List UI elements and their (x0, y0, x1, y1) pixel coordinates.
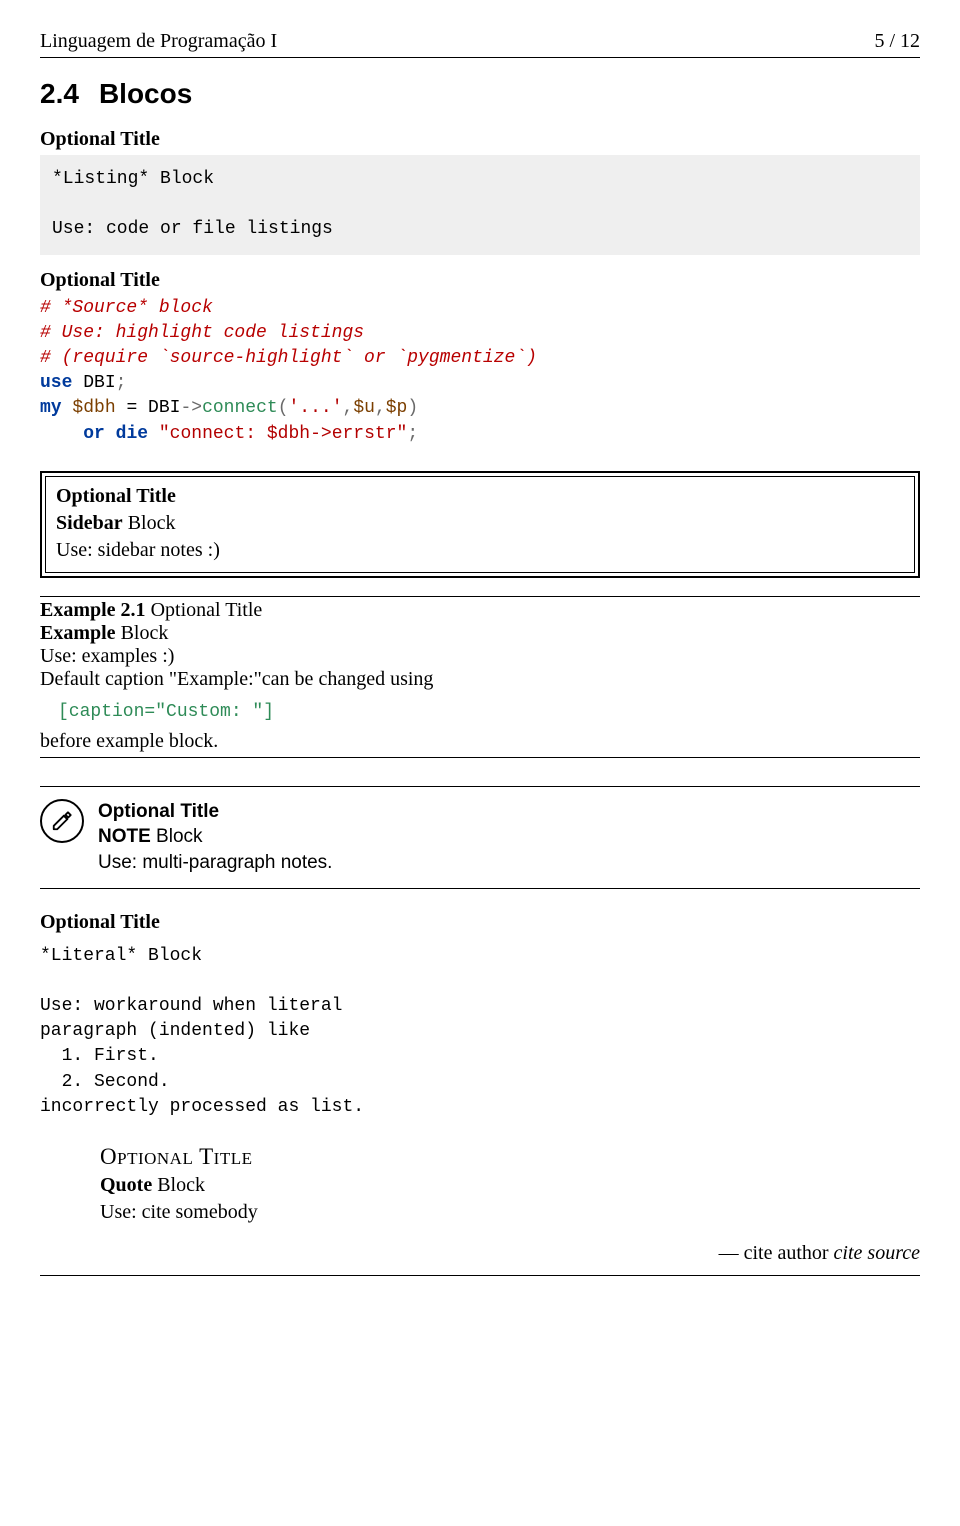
quote-use: Use: cite somebody (100, 1201, 920, 1224)
example-code: [caption="Custom: "] (58, 699, 920, 722)
literal-title: Optional Title (40, 911, 920, 934)
tok-or: or (83, 424, 105, 444)
tok-use: use (40, 373, 72, 393)
section-title: Blocos (99, 78, 192, 109)
note-block: Optional Title NOTE Block Use: multi-par… (40, 786, 920, 889)
tok-str1: '...' (289, 398, 343, 418)
literal-block: *Literal* Block Use: workaround when lit… (40, 944, 920, 1120)
listing-title: Optional Title (40, 128, 920, 151)
sidebar-inner: Optional Title Sidebar Block Use: sideba… (45, 476, 915, 573)
footer-rule (40, 1275, 920, 1276)
note-text: Optional Title NOTE Block Use: multi-par… (98, 799, 332, 876)
quote-block: OPTIONAL TITLE Quote Block Use: cite som… (100, 1144, 920, 1224)
sidebar-block: Optional Title Sidebar Block Use: sideba… (40, 471, 920, 578)
tok-str2: "connect: $dbh->errstr" (159, 424, 407, 444)
quote-attribution: — cite author cite source (40, 1242, 920, 1265)
tok-semi: ; (116, 373, 127, 393)
source-comment-1: # *Source* block (40, 298, 213, 318)
source-block: # *Source* block # Use: highlight code l… (40, 296, 920, 447)
tok-semi2: ; (407, 424, 418, 444)
listing-block: *Listing* Block Use: code or file listin… (40, 155, 920, 255)
literal-body: Use: workaround when literal paragraph (… (40, 996, 364, 1117)
quote-name: Quote Block (100, 1174, 920, 1197)
tok-p: $p (386, 398, 408, 418)
example-rule-bottom (40, 757, 920, 758)
tok-lparen: ( (278, 398, 289, 418)
note-name: NOTE Block (98, 824, 332, 850)
tok-dbi2: DBI (148, 398, 180, 418)
source-title: Optional Title (40, 269, 920, 292)
tok-arrow: -> (180, 398, 202, 418)
source-comment-3: # (require `source-highlight` or `pygmen… (40, 348, 537, 368)
example-caption: Example 2.1 Optional Title (40, 599, 920, 622)
source-comment-2: # Use: highlight code listings (40, 323, 364, 343)
tok-die: die (116, 424, 148, 444)
page-indicator: 5 / 12 (874, 30, 920, 53)
quote-title: OPTIONAL TITLE (100, 1144, 920, 1170)
tok-my: my (40, 398, 62, 418)
listing-line-1: *Listing* Block (52, 169, 214, 189)
tok-u: $u (353, 398, 375, 418)
tok-indent (40, 424, 83, 444)
tok-connect: connect (202, 398, 278, 418)
tok-dbi: DBI (83, 373, 115, 393)
page-header: Linguagem de Programação I 5 / 12 (40, 30, 920, 53)
note-use: Use: multi-paragraph notes. (98, 850, 332, 876)
sidebar-name: Sidebar Block (56, 512, 904, 535)
doc-title: Linguagem de Programação I (40, 30, 277, 53)
tok-rparen: ) (407, 398, 418, 418)
pencil-icon (40, 799, 84, 843)
example-rule-top (40, 596, 920, 597)
sidebar-use: Use: sidebar notes :) (56, 539, 904, 562)
quote-author: cite author (744, 1242, 834, 1264)
example-after: before example block. (40, 730, 920, 753)
example-name: Example Block (40, 622, 920, 645)
example-desc: Default caption "Example:"can be changed… (40, 668, 920, 691)
sidebar-title: Optional Title (56, 485, 904, 508)
listing-line-2: Use: code or file listings (52, 219, 333, 239)
example-use: Use: examples :) (40, 645, 920, 668)
tok-dbh: $dbh (72, 398, 115, 418)
tok-comma1: , (343, 398, 354, 418)
header-rule (40, 57, 920, 58)
note-title: Optional Title (98, 799, 332, 825)
tok-eq: = (116, 398, 148, 418)
literal-line-1: *Literal* Block (40, 946, 202, 966)
section-heading: 2.4 Blocos (40, 78, 920, 110)
section-number: 2.4 (40, 78, 79, 109)
quote-source: cite source (834, 1242, 920, 1264)
tok-comma2: , (375, 398, 386, 418)
note-rule-bottom (40, 888, 920, 889)
